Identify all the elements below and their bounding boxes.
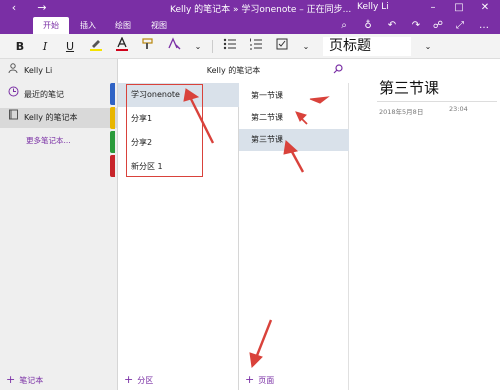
pages-pane: 第一节课 第二节课 第三节课 + 页面: [239, 83, 349, 390]
search-icon[interactable]: [333, 64, 343, 77]
share-icon[interactable]: ☍: [428, 17, 448, 34]
chevron-down-icon[interactable]: ⌄: [296, 37, 316, 56]
notebook-header: Kelly 的笔记本: [118, 59, 349, 83]
close-icon[interactable]: ✕: [472, 0, 498, 17]
section-color-tab: [110, 83, 115, 105]
page-item[interactable]: 第二节课: [239, 107, 349, 129]
notebook-nav-pane: Kelly Li 最近的笔记 Kelly 的笔记本 更多笔记本... + 笔记本: [0, 59, 118, 390]
add-notebook-label: 笔记本: [19, 376, 44, 385]
title-underline: [377, 101, 497, 102]
person-icon: [6, 61, 20, 81]
clock-icon: [6, 85, 20, 105]
notebook-icon: [6, 108, 20, 128]
add-page-button[interactable]: + 页面: [245, 373, 274, 386]
format-painter-icon[interactable]: [138, 37, 158, 56]
add-page-label: 页面: [258, 376, 275, 385]
nav-item-recent-notes[interactable]: 最近的笔记: [0, 85, 118, 105]
title-bar: ‹ → Kelly 的笔记本 » 学习onenote – 正在同步... Kel…: [0, 0, 500, 17]
minimize-icon[interactable]: –: [420, 0, 446, 17]
page-label: 第一节课: [251, 91, 283, 100]
chevron-down-icon[interactable]: ⌄: [188, 37, 208, 56]
bold-icon[interactable]: B: [10, 37, 30, 56]
plus-icon: +: [245, 373, 255, 386]
add-notebook-button[interactable]: + 笔记本: [6, 373, 43, 386]
tab-home[interactable]: 开始: [33, 17, 69, 34]
section-color-tab: [110, 107, 115, 129]
underline-icon[interactable]: U: [60, 37, 80, 56]
tab-view[interactable]: 视图: [144, 17, 174, 34]
page-label: 第三节课: [251, 135, 283, 144]
undo-icon[interactable]: ↶: [382, 17, 402, 34]
account-item[interactable]: Kelly Li: [0, 61, 118, 81]
page-item[interactable]: 第三节课: [239, 129, 349, 151]
expand-icon[interactable]: ⤢: [450, 17, 470, 34]
plus-icon: +: [6, 373, 16, 386]
italic-icon[interactable]: I: [35, 37, 55, 56]
text-effects-icon[interactable]: [164, 37, 184, 56]
bullet-list-icon[interactable]: [220, 37, 240, 56]
style-dropdown-chevron-icon[interactable]: ⌄: [418, 37, 438, 56]
page-date: 2018年5月8日: [379, 108, 424, 116]
numbered-list-icon[interactable]: [246, 37, 266, 56]
redo-icon[interactable]: ↷: [406, 17, 426, 34]
page-time: 23:04: [449, 105, 468, 113]
add-section-button[interactable]: + 分区: [124, 373, 153, 386]
window-title: Kelly 的笔记本 » 学习onenote – 正在同步...: [170, 5, 352, 15]
nav-item-label: 最近的笔记: [24, 90, 64, 99]
ribbon-tabs: 开始 插入 绘图 视图 ⌕ ♁ ↶ ↷ ☍ ⤢ …: [0, 17, 500, 34]
add-section-label: 分区: [137, 376, 154, 385]
more-options-icon[interactable]: …: [474, 17, 494, 34]
page-canvas[interactable]: 第三节课 2018年5月8日 23:04: [349, 59, 500, 390]
more-notebooks-link[interactable]: 更多笔记本...: [26, 135, 71, 146]
section-color-tab: [110, 155, 115, 177]
lightbulb-icon[interactable]: ♁: [358, 17, 378, 34]
section-color-tab: [110, 131, 115, 153]
maximize-icon[interactable]: □: [446, 0, 472, 17]
search-icon[interactable]: ⌕: [334, 17, 354, 34]
nav-item-kelly-notebook[interactable]: Kelly 的笔记本: [0, 108, 118, 128]
nav-item-label: Kelly 的笔记本: [24, 113, 78, 122]
toolbar-divider: [212, 40, 213, 53]
tab-draw[interactable]: 绘图: [108, 17, 138, 34]
highlighter-icon[interactable]: [86, 37, 106, 56]
formatting-toolbar: B I U ⌄ ⌄ 页标题 ⌄: [0, 34, 500, 59]
page-title[interactable]: 第三节课: [379, 77, 439, 98]
font-color-icon[interactable]: [112, 36, 132, 56]
style-selector[interactable]: 页标题: [323, 37, 411, 56]
tab-insert[interactable]: 插入: [73, 17, 103, 34]
account-name[interactable]: Kelly Li: [357, 2, 389, 12]
page-label: 第二节课: [251, 113, 283, 122]
back-arrow-icon[interactable]: ‹: [2, 0, 26, 17]
plus-icon: +: [124, 373, 134, 386]
page-item[interactable]: 第一节课: [239, 85, 349, 107]
account-user-name: Kelly Li: [24, 66, 53, 75]
annotation-highlight-box: [126, 84, 203, 177]
checkbox-tag-icon[interactable]: [272, 37, 292, 56]
forward-arrow-icon[interactable]: →: [30, 0, 54, 17]
